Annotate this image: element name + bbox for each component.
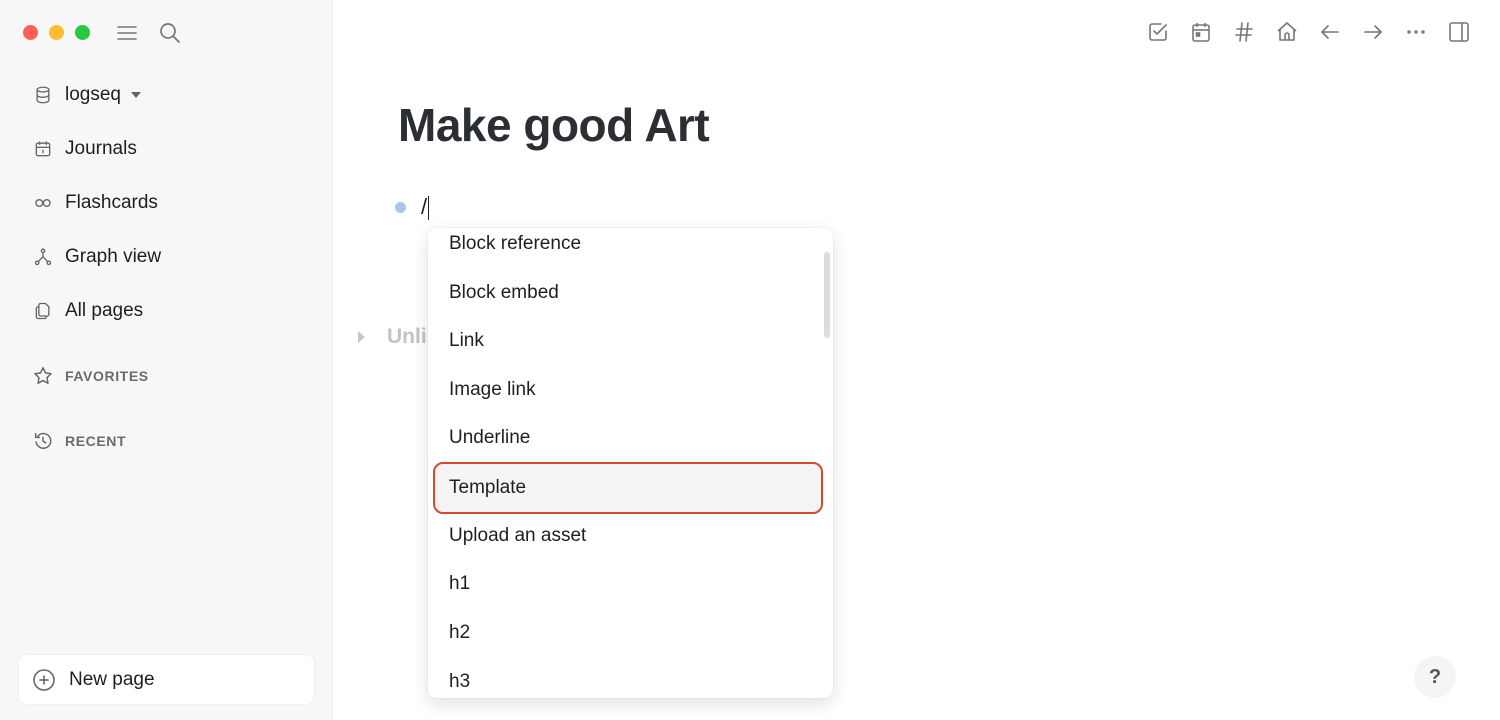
header-toolbar: [1145, 18, 1472, 46]
recent-section[interactable]: RECENT: [30, 428, 126, 454]
calendar-icon: [1192, 23, 1210, 42]
section-label: RECENT: [65, 433, 127, 449]
graph-selector[interactable]: logseq: [30, 80, 141, 110]
text-cursor: [428, 196, 430, 221]
favorites-section[interactable]: FAVORITES: [30, 363, 149, 389]
command-item[interactable]: h3: [433, 658, 823, 698]
command-item[interactable]: Link: [433, 317, 823, 365]
search-button[interactable]: [157, 20, 183, 46]
page-title: Make good Art: [398, 99, 710, 151]
forward-button[interactable]: [1360, 18, 1386, 46]
graph-name: logseq: [65, 84, 121, 105]
logseq-app: logseq Journals Flashcards Graph view Al…: [0, 0, 1500, 720]
arrow-left-icon: [1321, 25, 1339, 39]
left-sidebar: logseq Journals Flashcards Graph view Al…: [0, 0, 333, 720]
search-icon: [160, 23, 180, 43]
back-button[interactable]: [1317, 18, 1343, 46]
home-button[interactable]: [1274, 18, 1300, 46]
menu-scrollbar[interactable]: [824, 252, 830, 338]
command-item-highlighted[interactable]: Template: [433, 462, 823, 514]
more-button[interactable]: [1403, 18, 1429, 46]
graph-icon: [34, 248, 52, 266]
sidebar-item-label: All pages: [65, 300, 144, 321]
calendar-icon: [35, 141, 51, 157]
unlinked-references-toggle[interactable]: Unli: [358, 325, 427, 349]
sidebar-toggle-icon: [1449, 22, 1469, 42]
tags-button[interactable]: [1231, 18, 1257, 46]
command-item[interactable]: Block embed: [433, 269, 823, 317]
command-item[interactable]: h2: [433, 609, 823, 657]
sidebar-item-graph-view[interactable]: Graph view: [30, 242, 161, 272]
plus-circle-icon: [33, 668, 55, 691]
menu-button[interactable]: [114, 20, 140, 46]
window-controls: [23, 25, 90, 40]
block-editor[interactable]: /: [421, 193, 430, 221]
sidebar-item-journals[interactable]: Journals: [30, 134, 137, 164]
chevron-down-icon: [131, 92, 141, 98]
maximize-window-button[interactable]: [75, 25, 90, 40]
tasks-icon: [1149, 23, 1167, 41]
section-label: FAVORITES: [65, 368, 149, 384]
star-icon: [34, 367, 52, 384]
command-item[interactable]: Upload an asset: [433, 512, 823, 560]
new-page-label: New page: [69, 668, 155, 690]
pages-icon: [35, 302, 50, 320]
sidebar-item-all-pages[interactable]: All pages: [30, 296, 143, 326]
sidebar-item-flashcards[interactable]: Flashcards: [30, 188, 158, 218]
editing-block[interactable]: /: [393, 192, 430, 222]
close-window-button[interactable]: [23, 25, 38, 40]
database-icon: [36, 86, 50, 104]
home-icon: [1277, 22, 1297, 41]
new-page-button[interactable]: New page: [19, 655, 314, 704]
tasks-button[interactable]: [1145, 18, 1171, 46]
unlinked-references-label: Unli: [387, 325, 427, 348]
infinity-icon: [35, 199, 51, 207]
journals-button[interactable]: [1188, 18, 1214, 46]
more-icon: [1407, 30, 1425, 34]
arrow-right-icon: [1364, 25, 1382, 39]
slash-command-menu: Block reference Block embed Link Image l…: [428, 228, 833, 698]
sidebar-item-label: Flashcards: [65, 192, 158, 213]
minimize-window-button[interactable]: [49, 25, 64, 40]
command-item[interactable]: Block reference: [433, 228, 823, 268]
block-bullet[interactable]: [395, 201, 406, 213]
sidebar-item-label: Graph view: [65, 246, 162, 267]
command-item[interactable]: Image link: [433, 366, 823, 414]
toggle-right-sidebar-button[interactable]: [1446, 18, 1472, 46]
help-button[interactable]: ?: [1414, 656, 1456, 698]
hashtag-icon: [1235, 22, 1253, 42]
command-item[interactable]: h1: [433, 560, 823, 608]
menu-icon: [117, 26, 137, 40]
history-icon: [34, 432, 52, 449]
command-item[interactable]: Underline: [433, 414, 823, 462]
sidebar-item-label: Journals: [65, 138, 137, 159]
caret-right-icon: [358, 331, 365, 343]
block-text: /: [421, 193, 428, 219]
